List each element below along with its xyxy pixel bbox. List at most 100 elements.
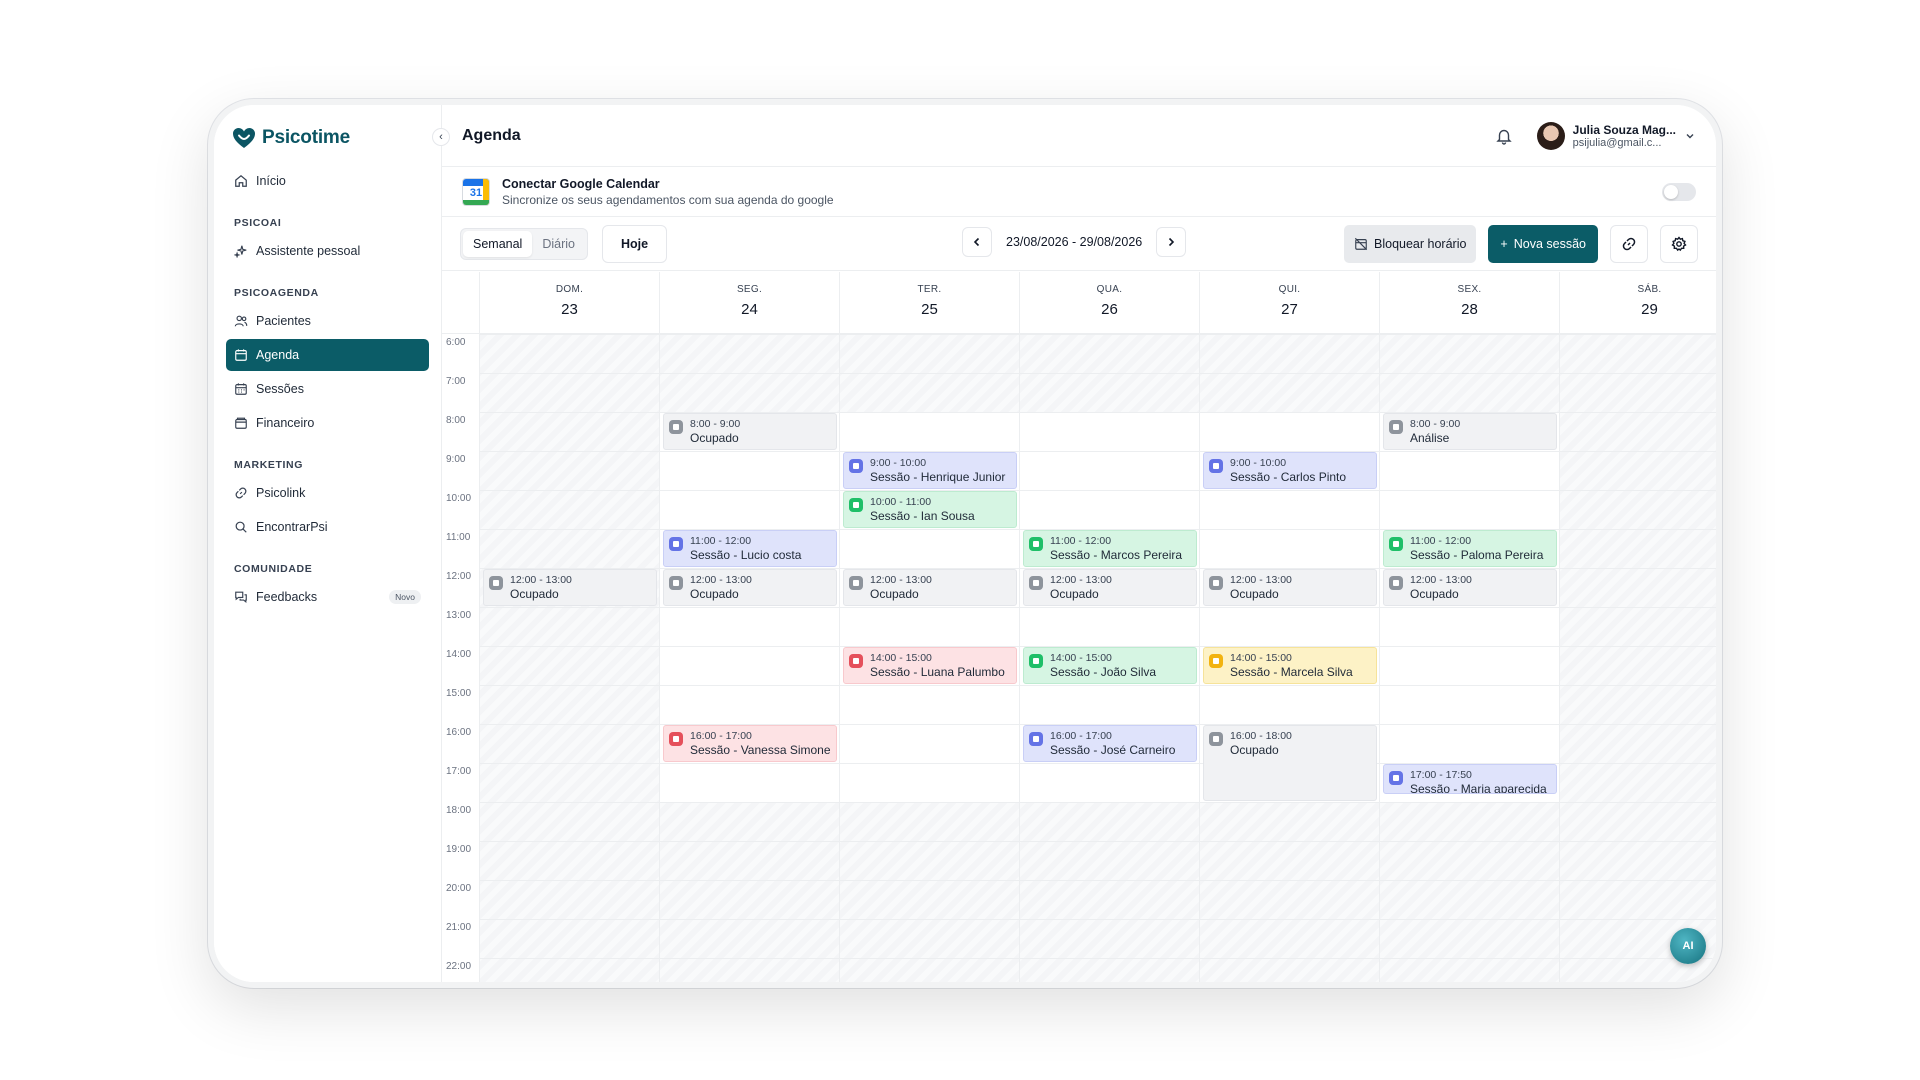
share-link-button[interactable] [1610,224,1648,263]
lock-icon [489,576,503,590]
lock-icon [1209,576,1223,590]
calendar-event[interactable]: 9:00 - 10:00 Sessão - Carlos Pinto [1203,452,1377,489]
previous-week-button[interactable] [962,227,992,257]
user-info: Julia Souza Mag... psijulia@gmail.c... [1573,123,1676,149]
sparkles-icon [234,245,247,258]
event-title: Ocupado [510,587,559,601]
calendar-event[interactable]: 12:00 - 13:00 Ocupado [1383,569,1557,606]
sidebar-item-psicolink[interactable]: Psicolink [226,477,429,509]
sidebar-item-sessoes[interactable]: Sessões [226,373,429,405]
user-name: Julia Souza Mag... [1572,122,1676,137]
calendar-event[interactable]: 14:00 - 15:00 Sessão - Marcela Silva [1203,647,1377,684]
sidebar-item-encontrarpsi[interactable]: EncontrarPsi [226,511,429,543]
event-title: Sessão - Henrique Junior [870,470,1006,484]
calendar-event[interactable]: 11:00 - 12:00 Sessão - Lucio costa [663,530,837,567]
collapse-sidebar-button[interactable]: ‹ [432,128,450,146]
day-of-week: QUI. [1278,284,1301,295]
sidebar-item-label: EncontrarPsi [256,520,328,534]
logo[interactable]: Psicotime [226,123,429,153]
event-time: 10:00 - 11:00 [870,496,932,508]
hour-label: 7:00 [446,376,466,387]
google-calendar-icon: 31 [462,177,490,206]
sidebar-item-pacientes[interactable]: Pacientes [226,305,429,337]
page-title: Agenda [462,126,521,144]
calendar-event[interactable]: 16:00 - 17:00 Sessão - José Carneiro [1023,725,1197,762]
day-number: 24 [741,301,758,318]
day-of-week: TER. [917,284,942,295]
day-column[interactable] [1560,334,1716,982]
sidebar-item-financeiro[interactable]: Financeiro [226,407,429,439]
hour-label: 22:00 [446,961,472,972]
user-menu[interactable]: Julia Souza Mag... psijulia@gmail.c... [1536,121,1696,150]
event-title: Ocupado [690,431,739,445]
google-calendar-text: Conectar Google Calendar Sincronize os s… [502,177,834,207]
chevron-left-icon: ‹ [439,131,443,143]
settings-button[interactable] [1660,224,1698,263]
google-calendar-title: Conectar Google Calendar [502,176,660,191]
event-title: Sessão - Vanessa Simone [690,743,831,757]
calendar-event[interactable]: 10:00 - 11:00 Sessão - Ian Sousa [843,491,1017,528]
hour-gridline [480,451,1716,452]
calendar-toolbar: Semanal Diário Hoje 23/08/2026 - 29/08/2… [442,217,1716,271]
sidebar-item-inicio[interactable]: Início [226,165,429,197]
calendar-event[interactable]: 14:00 - 15:00 Sessão - Luana Palumbo [843,647,1017,684]
section-title-psicoai: PSICOAI [234,217,282,229]
calendar-event[interactable]: 12:00 - 13:00 Ocupado [663,569,837,606]
event-title: Ocupado [690,587,739,601]
calendar-event[interactable]: 8:00 - 9:00 Análise [1383,413,1557,450]
topbar-actions: Julia Souza Mag... psijulia@gmail.c... [1495,121,1696,150]
hour-label: 12:00 [446,571,472,582]
sidebar-item-assistente[interactable]: Assistente pessoal [226,235,429,267]
hour-gridline [480,841,1716,842]
users-icon [234,315,248,327]
calendar-event[interactable]: 14:00 - 15:00 Sessão - João Silva [1023,647,1197,684]
today-button[interactable]: Hoje [602,224,668,263]
new-session-button[interactable]: + Nova sessão [1488,224,1598,263]
hour-gridline [480,607,1716,608]
calendar-event[interactable]: 12:00 - 13:00 Ocupado [483,569,657,606]
calendar-event[interactable]: 12:00 - 13:00 Ocupado [1203,569,1377,606]
day-number: 25 [921,301,938,318]
event-title: Sessão - Lucio costa [690,548,802,562]
hour-label: 20:00 [446,883,472,894]
block-time-button[interactable]: Bloquear horário [1344,224,1477,263]
app-name: Psicotime [262,127,350,148]
sidebar-item-agenda[interactable]: Agenda [226,339,429,371]
bell-icon[interactable] [1495,127,1513,145]
calendar-event[interactable]: 11:00 - 12:00 Sessão - Marcos Pereira [1023,530,1197,567]
section-title-comunidade: COMUNIDADE [234,563,313,575]
day-of-week: SEX. [1457,284,1482,295]
calendar-event[interactable]: 16:00 - 18:00 Ocupado [1203,725,1377,801]
view-daily-tab[interactable]: Diário [532,231,585,257]
sidebar: Psicotime ‹ Início PSICOAI Assistente pe… [214,105,450,982]
google-calendar-icon-day: 31 [469,186,483,199]
session-icon [1029,654,1043,668]
event-time: 12:00 - 13:00 [1230,574,1292,586]
event-title: Ocupado [1230,587,1279,601]
block-time-label: Bloquear horário [1374,236,1467,251]
day-column[interactable] [480,334,660,982]
calendar-event[interactable]: 12:00 - 13:00 Ocupado [1023,569,1197,606]
calendar-icon [235,349,247,361]
date-navigation: 23/08/2026 - 29/08/2026 [962,227,1187,257]
lock-icon [849,576,863,590]
view-weekly-tab[interactable]: Semanal [463,230,533,257]
hour-gridline [480,958,1716,959]
event-title: Ocupado [870,587,919,601]
main-content: Agenda Julia Souza Mag... psijulia@gmail… [442,105,1716,982]
lock-icon [1389,420,1403,434]
ai-assistant-button[interactable]: AI [1670,928,1706,964]
google-calendar-toggle[interactable] [1662,182,1696,201]
event-time: 9:00 - 10:00 [1230,457,1287,469]
hour-gridline [480,802,1716,803]
calendar-event[interactable]: 9:00 - 10:00 Sessão - Henrique Junior [843,452,1017,489]
wallet-icon [235,417,247,429]
sidebar-item-feedbacks[interactable]: Feedbacks Novo [226,581,429,613]
calendar-event[interactable]: 17:00 - 17:50 Sessão - Maria aparecida [1383,764,1557,795]
calendar-event[interactable]: 11:00 - 12:00 Sessão - Paloma Pereira [1383,530,1557,567]
section-title-marketing: MARKETING [234,459,303,471]
calendar-event[interactable]: 16:00 - 17:00 Sessão - Vanessa Simone [663,725,837,762]
calendar-event[interactable]: 12:00 - 13:00 Ocupado [843,569,1017,606]
calendar-event[interactable]: 8:00 - 9:00 Ocupado [663,413,837,450]
next-week-button[interactable] [1156,227,1187,257]
